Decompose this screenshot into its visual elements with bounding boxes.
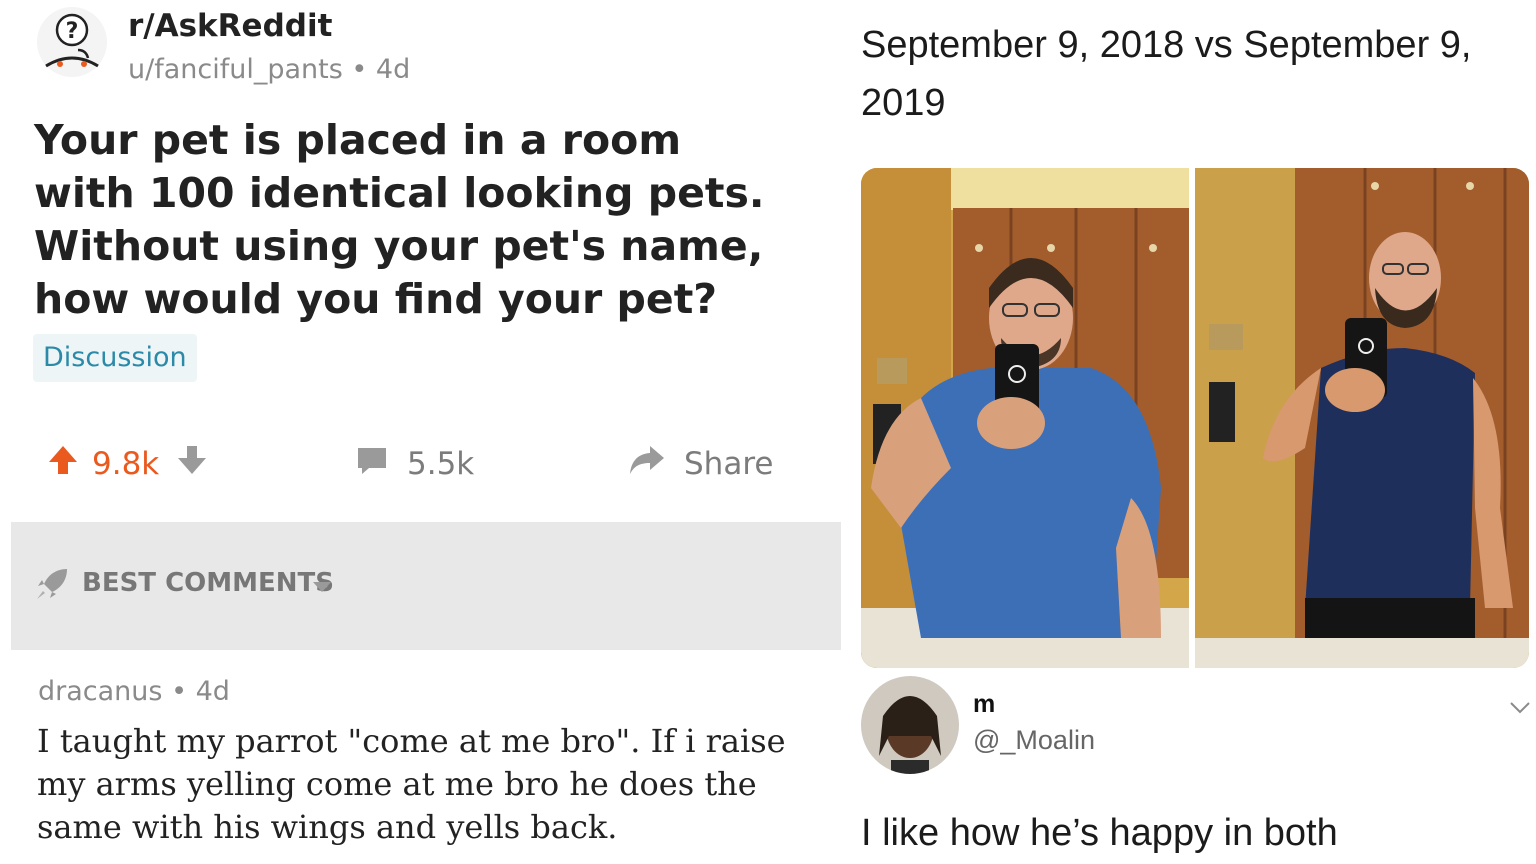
upvote-count: 9.8k bbox=[92, 446, 160, 482]
reply-handle[interactable]: @_Moalin bbox=[973, 725, 1095, 756]
caret-down-icon[interactable] bbox=[312, 578, 332, 597]
share-icon bbox=[628, 443, 666, 485]
rocket-icon bbox=[34, 566, 70, 606]
comments-button[interactable]: 5.5k bbox=[355, 438, 474, 490]
post-author[interactable]: u/fanciful_pants bbox=[128, 54, 343, 85]
tweet-media[interactable] bbox=[861, 168, 1529, 668]
before-photo[interactable] bbox=[861, 168, 1189, 668]
meta-separator: • bbox=[171, 676, 196, 707]
reddit-post-panel: ? r/AskReddit u/fanciful_pants • 4d Your… bbox=[0, 0, 845, 864]
post-flair[interactable]: Discussion bbox=[33, 334, 197, 382]
comment-author[interactable]: dracanus bbox=[38, 676, 162, 707]
askreddit-avatar-icon[interactable]: ? bbox=[36, 6, 108, 78]
tweet-text: September 9, 2018 vs September 9, 2019 bbox=[861, 24, 1472, 124]
sort-dropdown[interactable]: BEST COMMENTS bbox=[82, 568, 334, 598]
post-meta: u/fanciful_pants • 4d bbox=[128, 54, 410, 85]
reply-text: I like how he’s happy in both bbox=[861, 812, 1338, 854]
share-button[interactable]: Share bbox=[628, 438, 773, 490]
reply-display-name[interactable]: m bbox=[973, 690, 995, 719]
meta-separator: • bbox=[351, 54, 376, 85]
comment-count: 5.5k bbox=[407, 446, 475, 482]
upvote-icon[interactable] bbox=[46, 443, 80, 485]
downvote-icon[interactable] bbox=[175, 443, 209, 485]
after-photo[interactable] bbox=[1195, 168, 1529, 668]
comment-body: I taught my parrot "come at me bro". If … bbox=[37, 722, 786, 846]
comment-meta: dracanus • 4d bbox=[38, 676, 230, 707]
comment-age: 4d bbox=[195, 676, 230, 707]
subreddit-name[interactable]: r/AskReddit bbox=[128, 8, 332, 44]
post-title[interactable]: Your pet is placed in a room with 100 id… bbox=[34, 114, 794, 326]
post-age: 4d bbox=[375, 54, 411, 85]
chevron-down-icon[interactable] bbox=[1509, 700, 1531, 719]
share-label: Share bbox=[684, 446, 774, 482]
vote-controls: 9.8k bbox=[46, 438, 209, 490]
comment-icon bbox=[355, 443, 389, 485]
reply-avatar[interactable] bbox=[861, 676, 959, 774]
svg-text:?: ? bbox=[66, 19, 79, 44]
tweet-panel: September 9, 2018 vs September 9, 2019 m… bbox=[845, 0, 1536, 864]
post-actions: 9.8k 5.5k Share bbox=[0, 438, 845, 490]
